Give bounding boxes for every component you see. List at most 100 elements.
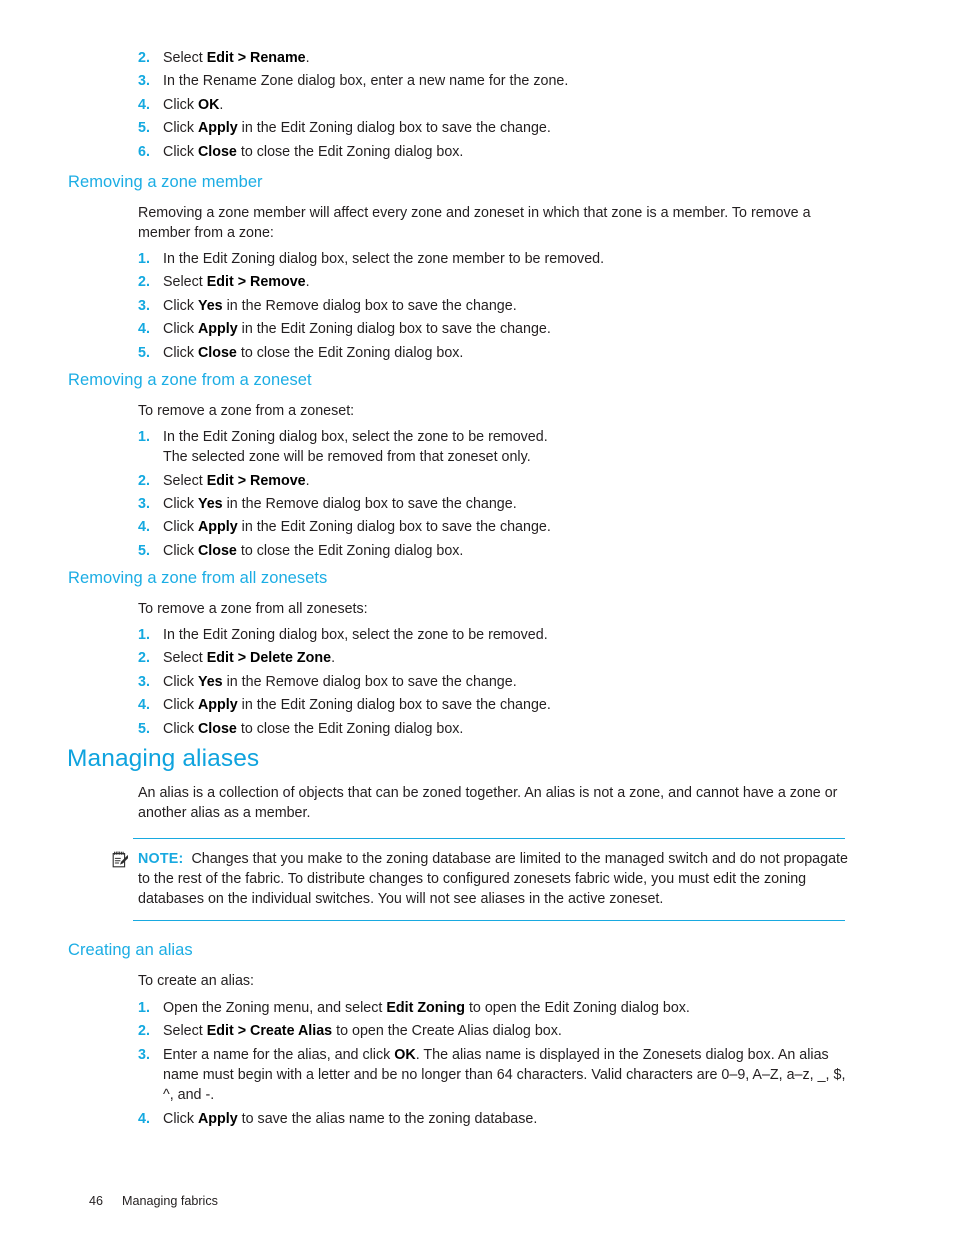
removing-a-zone-from-a-zoneset-steps-container: 1. In the Edit Zoning dialog box, select …	[138, 427, 850, 564]
step-plain: in the Edit Zoning dialog box to save th…	[237, 519, 551, 536]
step-number: 3.	[138, 297, 150, 314]
step-item: 4. Click Apply in the Edit Zoning dialog …	[138, 517, 850, 537]
step-plain: .	[331, 650, 336, 667]
top-step-list-container: 2. Select Edit > Rename. 3. In the Rename Z…	[138, 48, 850, 165]
step-number: 4.	[138, 519, 150, 536]
step-number: 3.	[138, 495, 150, 512]
step-text: Click OK.	[163, 97, 223, 113]
step-plain: Click	[163, 673, 198, 690]
step-emphasis: Edit > Rename	[206, 50, 306, 66]
step-plain: Select	[163, 472, 207, 489]
step-emphasis: Edit > Create Alias	[206, 1023, 333, 1040]
step-emphasis: Apply	[197, 321, 238, 338]
step-emphasis: Close	[197, 143, 237, 160]
step-text: In the Edit Zoning dialog box, select th…	[163, 429, 548, 465]
step-list: 1. In the Edit Zoning dialog box, select …	[138, 427, 850, 561]
step-text: Click Close to close the Edit Zoning dia…	[163, 543, 463, 559]
step-emphasis: Edit > Remove	[206, 472, 306, 489]
step-list: 1. In the Edit Zoning dialog box, select …	[138, 249, 850, 363]
step-plain: The selected zone will be removed from t…	[163, 449, 531, 466]
step-number: 1.	[138, 627, 150, 643]
step-text: Click Apply in the Edit Zoning dialog bo…	[163, 697, 551, 713]
step-plain: Click	[163, 344, 198, 361]
step-emphasis: Edit Zoning	[386, 1000, 465, 1016]
note-label: NOTE:	[138, 851, 184, 867]
note-text: Changes that you make to the zoning data…	[138, 851, 848, 908]
step-text: Select Edit > Remove.	[163, 274, 310, 290]
step-plain: Click	[163, 519, 198, 536]
step-item: 4. Click OK.	[138, 95, 850, 115]
step-emphasis: Yes	[197, 297, 223, 314]
step-plain: In the Edit Zoning dialog box, select th…	[163, 429, 548, 445]
step-text: Click Apply in the Edit Zoning dialog bo…	[163, 519, 551, 535]
step-number: 2.	[138, 274, 150, 291]
step-item: 5. Click Close to close the Edit Zoning d…	[138, 719, 850, 739]
step-emphasis: Apply	[197, 519, 238, 536]
step-plain: to save the alias name to the zoning dat…	[237, 1110, 538, 1127]
step-item: 4. Click Apply in the Edit Zoning dialog …	[138, 319, 850, 339]
step-text: Select Edit > Create Alias to open the C…	[163, 1023, 562, 1039]
step-text: Select Edit > Rename.	[163, 50, 310, 66]
step-item: 3. Click Yes in the Remove dialog box to …	[138, 296, 850, 316]
removing-a-zone-from-all-zonesets-steps-container: 1. In the Edit Zoning dialog box, select …	[138, 625, 850, 742]
step-plain: in the Edit Zoning dialog box to save th…	[237, 120, 551, 137]
step-number: 1.	[138, 251, 150, 267]
step-plain: Click	[163, 720, 198, 737]
step-item: 5. Click Close to close the Edit Zoning d…	[138, 541, 850, 561]
section-heading-creating-an-alias: Creating an alias	[68, 941, 193, 959]
step-number: 6.	[138, 143, 150, 160]
step-item: 2. Select Edit > Create Alias to open the…	[138, 1021, 850, 1041]
step-plain: .	[305, 50, 310, 66]
step-plain: to close the Edit Zoning dialog box.	[236, 720, 464, 737]
step-emphasis: Yes	[197, 495, 223, 512]
step-plain: to open the Create Alias dialog box.	[332, 1023, 562, 1040]
step-plain: .	[305, 472, 310, 489]
step-plain: in the Remove dialog box to save the cha…	[222, 673, 517, 690]
step-plain: Click	[163, 143, 198, 160]
step-number: 5.	[138, 344, 150, 361]
step-emphasis: Edit > Remove	[206, 274, 306, 291]
step-emphasis: Apply	[197, 697, 238, 714]
step-item: 3. Click Yes in the Remove dialog box to …	[138, 672, 850, 692]
step-number: 2.	[138, 1023, 150, 1040]
step-text: Enter a name for the alias, and click OK…	[163, 1047, 845, 1103]
step-plain: Click	[163, 297, 198, 314]
step-item: 4. Click Apply to save the alias name to …	[138, 1109, 850, 1129]
step-number: 2.	[138, 50, 150, 66]
step-number: 2.	[138, 650, 150, 667]
step-number: 2.	[138, 472, 150, 489]
step-plain: Click	[163, 495, 198, 512]
section-intro-creating-an-alias: To create an alias:	[138, 973, 255, 989]
section-heading-removing-a-zone-from-a-zoneset: Removing a zone from a zoneset	[68, 371, 312, 389]
step-item: 3. Enter a name for the alias, and click …	[138, 1045, 850, 1106]
step-plain: in the Remove dialog box to save the cha…	[222, 297, 517, 314]
step-plain: Enter a name for the alias, and click	[163, 1046, 395, 1063]
step-number: 3.	[138, 673, 150, 690]
step-plain: Select	[163, 50, 207, 66]
step-plain: Select	[163, 1023, 207, 1040]
note-top-divider	[133, 838, 845, 839]
step-number: 4.	[138, 697, 150, 714]
step-text: Open the Zoning menu, and select Edit Zo…	[163, 1000, 690, 1016]
step-item: 1. Open the Zoning menu, and select Edit …	[138, 998, 850, 1018]
section-intro-removing-a-zone-member: Removing a zone member will affect every…	[138, 205, 811, 242]
step-text: Click Close to close the Edit Zoning dia…	[163, 345, 463, 361]
step-number: 3.	[138, 73, 150, 90]
step-plain: to close the Edit Zoning dialog box.	[236, 344, 464, 361]
step-text: In the Edit Zoning dialog box, select th…	[163, 251, 604, 267]
step-item: 1. In the Edit Zoning dialog box, select …	[138, 249, 850, 269]
step-plain: Click	[163, 120, 198, 137]
step-plain: In the Rename Zone dialog box, enter a n…	[163, 73, 569, 90]
step-item: 4. Click Apply in the Edit Zoning dialog …	[138, 695, 850, 715]
step-text: In the Edit Zoning dialog box, select th…	[163, 627, 548, 643]
step-plain: Click	[163, 96, 198, 113]
step-emphasis: Apply	[197, 120, 238, 137]
step-item: 1. In the Edit Zoning dialog box, select …	[138, 427, 850, 467]
step-list: 1. Open the Zoning menu, and select Edit …	[138, 998, 850, 1129]
footer-page-number: 46	[89, 1194, 104, 1208]
step-item: 2. Select Edit > Rename.	[138, 48, 850, 68]
step-plain: .	[305, 274, 310, 291]
step-item: 6. Click Close to close the Edit Zoning d…	[138, 142, 850, 162]
step-item: 1. In the Edit Zoning dialog box, select …	[138, 625, 850, 645]
step-item: 3. Click Yes in the Remove dialog box to …	[138, 494, 850, 514]
